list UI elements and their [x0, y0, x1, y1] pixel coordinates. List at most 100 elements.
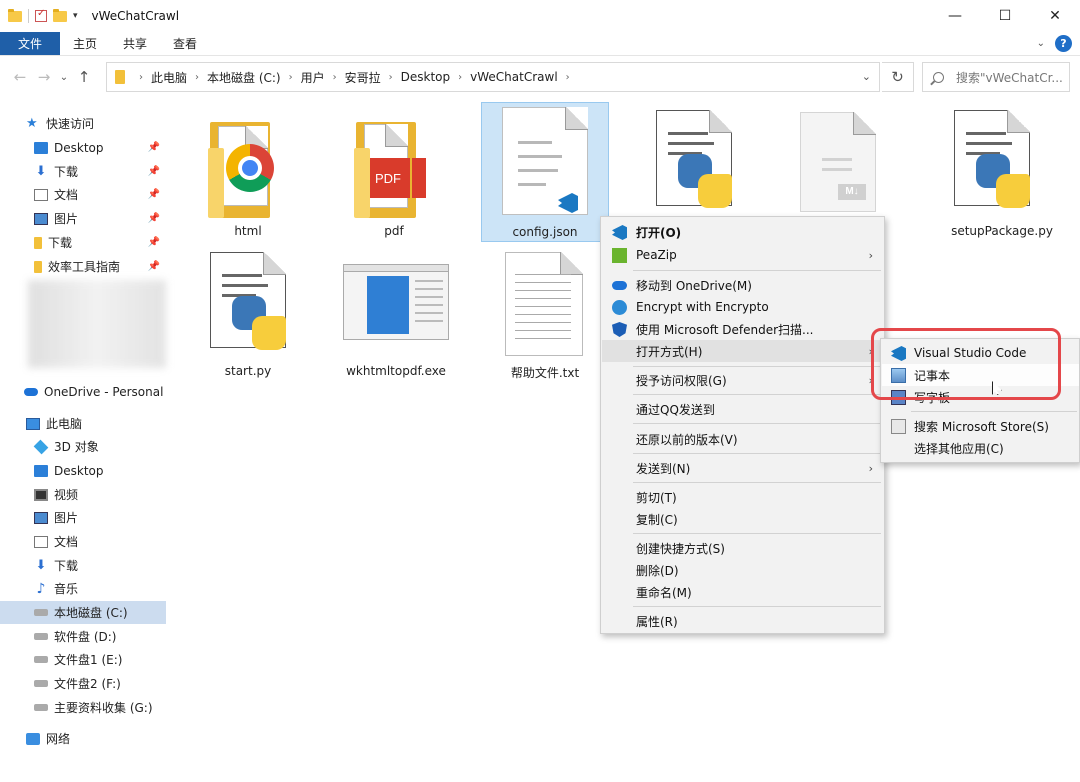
maximize-button[interactable]: ☐ [980, 0, 1030, 32]
sidebar-item-efficiency-tools[interactable]: 效率工具指南 📌 [0, 255, 166, 278]
python-file-icon [954, 110, 1034, 218]
sidebar-item-desktop[interactable]: Desktop 📌 [0, 136, 166, 159]
menu-separator [633, 606, 881, 607]
menu-item-copy[interactable]: 复制(C) [602, 508, 883, 530]
sidebar-item-label: Desktop [54, 463, 104, 478]
sidebar-item-videos[interactable]: 视频 [0, 483, 166, 506]
file-item-html[interactable]: html [184, 102, 312, 242]
forward-arrow-icon[interactable]: → [32, 68, 56, 86]
sidebar-item-pc-documents[interactable]: 文档 [0, 530, 166, 553]
sidebar-item-pc-downloads[interactable]: ⬇ 下载 [0, 554, 166, 577]
file-item-help-txt[interactable]: 帮助文件.txt [481, 242, 609, 382]
sidebar-item-quick-access[interactable]: ★ 快速访问 [0, 112, 166, 135]
submenu-item-search-store[interactable]: 搜索 Microsoft Store(S) [882, 415, 1079, 437]
menu-separator [633, 366, 881, 367]
customize-toolbar-chevron-icon[interactable]: ▾ [73, 11, 78, 21]
chevron-right-icon[interactable]: › [289, 72, 293, 83]
breadcrumb-users[interactable]: 用户 [301, 69, 325, 86]
chevron-right-icon[interactable]: › [333, 72, 337, 83]
breadcrumb-current-folder[interactable]: vWeChatCrawl [470, 70, 558, 84]
sidebar-item-3d-objects[interactable]: 3D 对象 [0, 435, 166, 458]
menu-item-open[interactable]: 打开(O) [602, 221, 883, 243]
tab-file[interactable]: 文件 [0, 32, 61, 55]
breadcrumb-desktop[interactable]: Desktop [401, 70, 451, 84]
sidebar-item-music[interactable]: ♪ 音乐 [0, 577, 166, 600]
menu-item-open-with[interactable]: 打开方式(H) › [602, 340, 883, 362]
file-name: wkhtmltopdf.exe [346, 364, 446, 378]
submenu-item-vscode[interactable]: Visual Studio Code [882, 342, 1079, 364]
menu-item-peazip[interactable]: PeaZip › [602, 244, 883, 266]
sidebar-item-documents[interactable]: 文档 📌 [0, 183, 166, 206]
menu-item-rename[interactable]: 重命名(M) [602, 581, 883, 603]
submenu-item-wordpad[interactable]: 写字板 [882, 386, 1079, 408]
properties-icon[interactable] [35, 8, 47, 22]
menu-separator [633, 482, 881, 483]
drive-icon [34, 633, 48, 640]
menu-item-properties[interactable]: 属性(R) [602, 610, 883, 632]
tab-view[interactable]: 查看 [160, 32, 210, 55]
menu-item-delete[interactable]: 删除(D) [602, 559, 883, 581]
menu-item-send-to[interactable]: 发送到(N) › [602, 457, 883, 479]
sidebar-item-pictures[interactable]: 图片 📌 [0, 207, 166, 230]
chevron-right-icon[interactable]: › [195, 72, 199, 83]
refresh-button[interactable]: ↻ [882, 62, 914, 92]
new-folder-icon[interactable] [53, 8, 67, 22]
submenu-item-notepad[interactable]: 记事本 [882, 364, 1079, 386]
sidebar-item-pc-desktop[interactable]: Desktop [0, 459, 166, 482]
menu-item-send-via-qq[interactable]: 通过QQ发送到 [602, 398, 883, 420]
file-item-setuppackage-py[interactable]: setupPackage.py [938, 102, 1066, 242]
drive-icon [34, 704, 48, 711]
breadcrumb-drive-c[interactable]: 本地磁盘 (C:) [207, 69, 281, 86]
submenu-item-choose-app[interactable]: 选择其他应用(C) [882, 437, 1079, 459]
file-name: html [234, 224, 262, 238]
file-item-start-py[interactable]: start.py [184, 242, 312, 382]
chevron-right-icon[interactable]: › [389, 72, 393, 83]
expand-ribbon-chevron-icon[interactable]: ⌄ [1037, 38, 1045, 49]
sidebar-item-downloads-folder[interactable]: 下载 📌 [0, 231, 166, 254]
back-arrow-icon[interactable]: ← [8, 68, 32, 86]
close-button[interactable]: ✕ [1030, 0, 1080, 32]
menu-item-give-access[interactable]: 授予访问权限(G) › [602, 369, 883, 391]
help-icon[interactable]: ? [1055, 35, 1072, 52]
menu-item-create-shortcut[interactable]: 创建快捷方式(S) [602, 537, 883, 559]
sidebar-item-drive-g[interactable]: 主要资料收集 (G:) [0, 696, 166, 719]
text-file-icon [505, 252, 585, 358]
download-icon: ⬇ [35, 163, 47, 179]
chevron-right-icon[interactable]: › [566, 72, 570, 83]
sidebar-item-drive-c[interactable]: 本地磁盘 (C:) [0, 601, 166, 624]
chevron-right-icon[interactable]: › [458, 72, 462, 83]
sidebar-item-label: 图片 [54, 212, 79, 226]
sidebar-item-drive-d[interactable]: 软件盘 (D:) [0, 625, 166, 648]
address-dropdown-icon[interactable]: ⌄ [862, 70, 871, 83]
breadcrumb-this-pc[interactable]: 此电脑 [151, 69, 187, 86]
menu-item-restore-versions[interactable]: 还原以前的版本(V) [602, 428, 883, 450]
music-icon: ♪ [36, 580, 46, 597]
file-item-wkhtmltopdf-exe[interactable]: wkhtmltopdf.exe [332, 242, 460, 382]
sidebar-item-network[interactable]: 网络 [0, 727, 166, 750]
sidebar-item-drive-e[interactable]: 文件盘1 (E:) [0, 648, 166, 671]
folder-icon[interactable] [8, 8, 22, 22]
sidebar-item-drive-f[interactable]: 文件盘2 (F:) [0, 672, 166, 695]
tab-share[interactable]: 共享 [110, 32, 160, 55]
file-item-pdf[interactable]: PDF pdf [330, 102, 458, 242]
file-item-config-json[interactable]: config.json [481, 102, 609, 242]
minimize-button[interactable]: — [930, 0, 980, 32]
menu-item-move-to-onedrive[interactable]: 移动到 OneDrive(M) [602, 274, 883, 296]
menu-item-encrypto[interactable]: Encrypt with Encrypto [602, 296, 883, 318]
context-menu: 打开(O) PeaZip › 移动到 OneDrive(M) Encrypt w… [600, 216, 885, 634]
chevron-right-icon[interactable]: › [139, 72, 143, 83]
recent-locations-chevron-icon[interactable]: ⌄ [56, 72, 72, 83]
quick-access-toolbar: ▾ [0, 8, 78, 23]
up-arrow-icon[interactable]: ↑ [72, 68, 96, 86]
address-bar[interactable]: › 此电脑 › 本地磁盘 (C:) › 用户 › 安哥拉 › Desktop ›… [106, 62, 880, 92]
sidebar-item-this-pc[interactable]: 此电脑 [0, 412, 166, 435]
sidebar-item-downloads[interactable]: ⬇ 下载 📌 [0, 160, 166, 183]
menu-item-defender-scan[interactable]: 使用 Microsoft Defender扫描... [602, 318, 883, 340]
tab-home[interactable]: 主页 [60, 32, 110, 55]
breadcrumb-user[interactable]: 安哥拉 [345, 69, 381, 86]
sidebar-item-onedrive[interactable]: OneDrive - Personal [0, 380, 166, 403]
search-input[interactable]: 搜索"vWeChatCr... [922, 62, 1070, 92]
menu-item-cut[interactable]: 剪切(T) [602, 486, 883, 508]
sidebar-item-pc-pictures[interactable]: 图片 [0, 506, 166, 529]
menu-item-label: 创建快捷方式(S) [636, 541, 725, 556]
